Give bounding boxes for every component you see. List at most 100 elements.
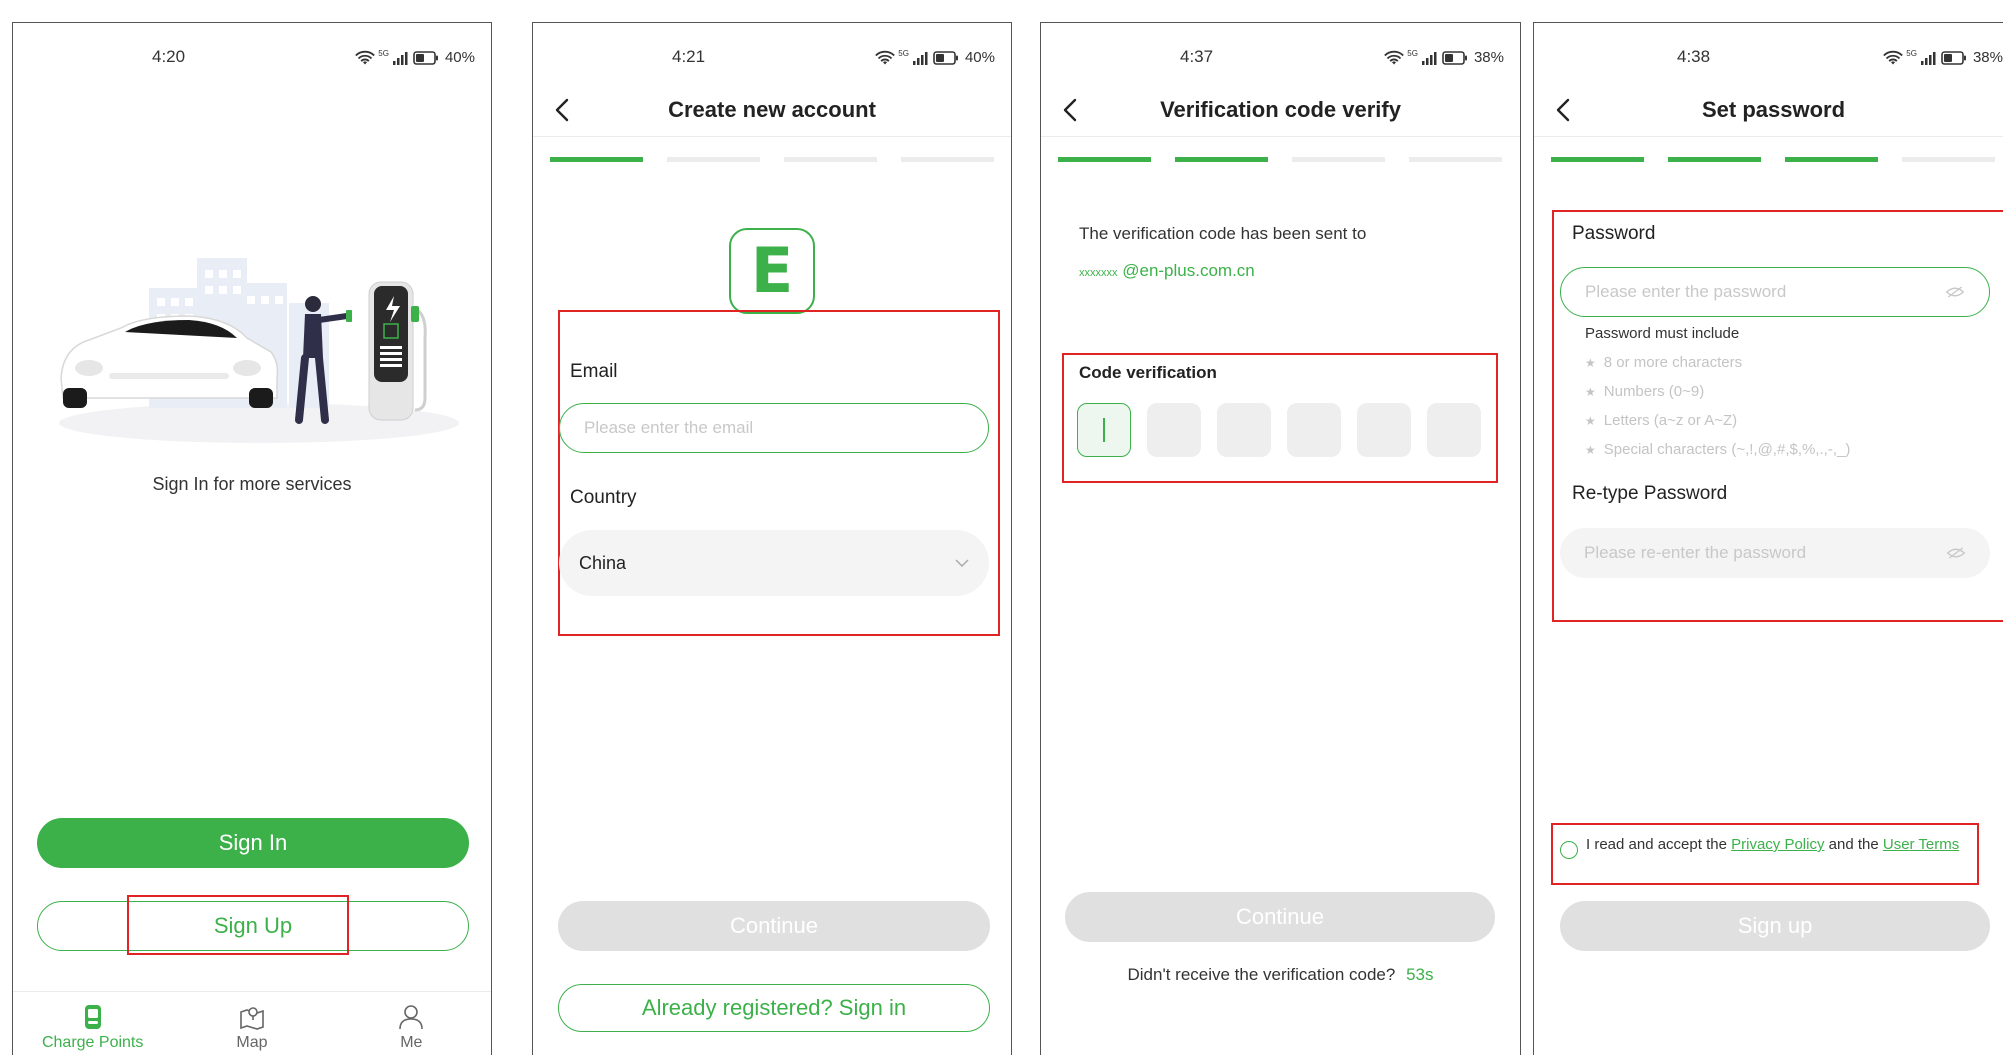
page-title: Verification code verify: [1160, 97, 1401, 122]
progress-step-1: [1058, 157, 1151, 162]
continue-button[interactable]: Continue: [558, 901, 990, 951]
resend-countdown[interactable]: 53s: [1406, 965, 1433, 984]
code-digit-5[interactable]: [1357, 403, 1411, 457]
screen-create-account: 4:21 5G 40% Create new account E Email C…: [532, 22, 1012, 1055]
email-field-wrapper: [559, 403, 989, 453]
country-select[interactable]: China: [559, 530, 989, 596]
battery-percent: 38%: [1473, 49, 1504, 66]
code-digit-6[interactable]: [1427, 403, 1481, 457]
code-digit-4[interactable]: [1287, 403, 1341, 457]
back-button[interactable]: [1548, 95, 1578, 125]
password-label: Password: [1572, 223, 1656, 244]
ev-charging-illustration: [59, 258, 459, 443]
progress-step-3: [1292, 157, 1385, 162]
bottom-tab-bar: Charge Points Map Me: [13, 991, 491, 1055]
wifi-icon: [1883, 50, 1903, 66]
status-time: 4:21: [672, 47, 706, 66]
back-button[interactable]: [547, 95, 577, 125]
password-input[interactable]: [1585, 282, 1945, 302]
status-icons: 5G 38%: [1883, 49, 2003, 66]
battery-percent: 40%: [444, 49, 475, 66]
terms-checkbox[interactable]: [1560, 841, 1578, 859]
already-registered-button[interactable]: Already registered? Sign in: [558, 984, 990, 1032]
chevron-down-icon: [955, 559, 969, 567]
network-label: 5G: [1906, 49, 1917, 58]
star-icon: ★: [1585, 442, 1596, 457]
tab-map[interactable]: Map: [172, 992, 331, 1055]
status-icons: 5G 38%: [1384, 49, 1504, 66]
tab-label: Charge Points: [41, 1034, 144, 1051]
star-icon: ★: [1585, 355, 1596, 370]
progress-step-1: [550, 157, 643, 162]
retype-password-input[interactable]: [1584, 543, 1946, 563]
password-rules-title: Password must include: [1585, 325, 1740, 342]
tab-label: Map: [236, 1034, 268, 1051]
code-sent-message: The verification code has been sent to: [1079, 224, 1367, 243]
wifi-icon: [1384, 50, 1404, 66]
progress-step-1: [1551, 157, 1644, 162]
divider: [533, 136, 1011, 137]
country-value: China: [579, 552, 627, 573]
progress-step-4: [1409, 157, 1502, 162]
tab-charge-points[interactable]: Charge Points: [13, 992, 172, 1055]
code-label: Code verification: [1079, 363, 1217, 382]
header: Verification code verify: [1041, 85, 1520, 135]
status-icons: 5G 40%: [875, 49, 995, 66]
divider: [1534, 136, 2003, 137]
tab-me[interactable]: Me: [332, 992, 491, 1055]
country-label: Country: [570, 487, 637, 508]
password-rule: ★ Special characters (~,!,@,#,$,%,.,-,_): [1585, 441, 1850, 458]
signal-icon: [1920, 51, 1938, 65]
sign-up-button[interactable]: Sign up: [1560, 901, 1990, 951]
signal-icon: [912, 51, 930, 65]
progress-step-2: [1668, 157, 1761, 162]
continue-button[interactable]: Continue: [1065, 892, 1495, 942]
progress-step-2: [667, 157, 760, 162]
chevron-left-icon: [1556, 98, 1570, 122]
logo-letter: E: [750, 234, 794, 307]
code-digit-1[interactable]: [1077, 403, 1131, 457]
password-rule: ★ Numbers (0~9): [1585, 383, 1704, 400]
tab-label: Me: [400, 1034, 423, 1051]
header: Create new account: [533, 85, 1011, 135]
sign-up-button[interactable]: Sign Up: [37, 901, 469, 951]
progress-step-2: [1175, 157, 1268, 162]
wifi-icon: [875, 50, 895, 66]
retype-password-label: Re-type Password: [1572, 483, 1728, 504]
status-time: 4:20: [152, 47, 186, 66]
sign-in-tagline: Sign In for more services: [152, 474, 352, 494]
email-input[interactable]: [584, 418, 964, 438]
charge-point-icon: [84, 1005, 101, 1029]
signal-icon: [1421, 51, 1439, 65]
progress-step-3: [1785, 157, 1878, 162]
network-label: 5G: [378, 49, 389, 58]
back-button[interactable]: [1055, 95, 1085, 125]
page-title: Set password: [1701, 97, 1846, 122]
screen-charge-points: 4:20 5G 40% Sign In for more services Si…: [12, 22, 492, 1055]
recipient-email: xxxxxxx @en-plus.com.cn: [1079, 261, 1255, 281]
privacy-policy-link[interactable]: Privacy Policy: [1731, 836, 1824, 853]
star-icon: ★: [1585, 384, 1596, 399]
progress-step-3: [784, 157, 877, 162]
code-digit-2[interactable]: [1147, 403, 1201, 457]
retype-field-wrapper: [1560, 528, 1990, 578]
divider: [1041, 136, 1520, 137]
step-progress: [550, 157, 994, 162]
user-terms-link[interactable]: User Terms: [1883, 836, 1959, 853]
user-icon: [399, 1005, 424, 1030]
chevron-left-icon: [1063, 98, 1077, 122]
sign-in-button[interactable]: Sign In: [37, 818, 469, 868]
battery-icon: [413, 51, 439, 65]
rule-text: Special characters (~,!,@,#,$,%,.,-,_): [1603, 441, 1851, 458]
page-title: Create new account: [668, 97, 876, 122]
screen-verification: 4:37 5G 38% Verification code verify The…: [1040, 22, 1521, 1055]
code-digit-3[interactable]: [1217, 403, 1271, 457]
app-logo: E: [729, 228, 815, 314]
step-progress: [1551, 157, 2003, 162]
signal-icon: [392, 51, 410, 65]
battery-icon: [1442, 51, 1468, 65]
eye-off-icon[interactable]: [1946, 547, 1966, 559]
resend-row: Didn't receive the verification code? 53…: [1041, 965, 1520, 985]
password-field-wrapper: [1560, 267, 1990, 317]
eye-off-icon[interactable]: [1945, 286, 1965, 298]
